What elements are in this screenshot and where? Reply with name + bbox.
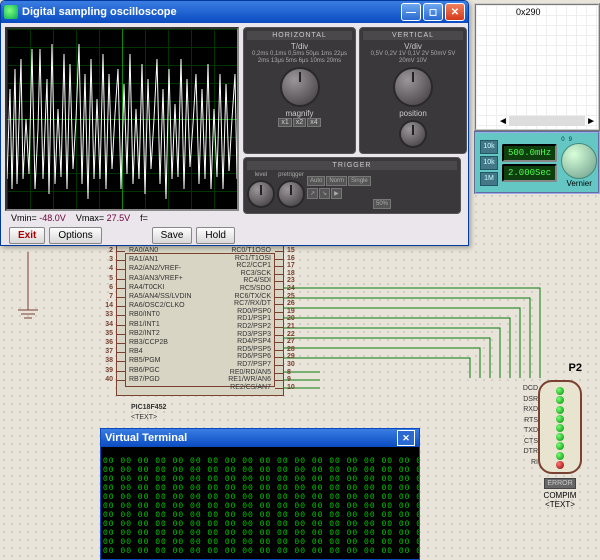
com-error-button[interactable]: ERROR (544, 478, 575, 489)
trigger-rising-icon[interactable]: ↗ (307, 188, 318, 199)
tdiv-scale: 0,2ms 0,1ms 0,5ms 50μs 1ms 22μs 2ms 13μs… (247, 51, 352, 65)
level-label: level (247, 172, 275, 178)
signal-generator[interactable]: 0x290 ◄ ► 10k 10k 1M 500.0mHz 2.000Sec 0… (474, 3, 600, 194)
com-component-name: COMPIM (530, 491, 590, 500)
horizontal-panel: HORIZONTAL T/div 0,2ms 0,1ms 0,5ms 50μs … (243, 27, 356, 154)
scrollbar-track[interactable] (509, 116, 585, 126)
position-knob[interactable] (399, 120, 427, 148)
vt-close-button[interactable]: ✕ (397, 430, 415, 446)
siggen-frequency-display: 500.0mHz (502, 144, 557, 162)
osc-title: Digital sampling oscilloscope (22, 6, 401, 18)
vt-title-text: Virtual Terminal (105, 432, 187, 444)
trigger-falling-icon[interactable]: ↘ (319, 188, 330, 199)
scrollbar-left-icon[interactable]: ◄ (498, 116, 508, 127)
magnify-x1-button[interactable]: x1 (278, 118, 291, 127)
com-signal-labels: DCDDSRRXDRTSTXDCTSDTRRI (523, 384, 538, 468)
oscilloscope-window[interactable]: Digital sampling oscilloscope — ◻ ✕ Vmin… (0, 0, 469, 246)
maximize-button[interactable]: ◻ (423, 3, 443, 21)
trigger-header: TRIGGER (247, 161, 457, 170)
magnify-x2-button[interactable]: x2 (293, 118, 306, 127)
osc-app-icon (4, 5, 18, 19)
trigger-auto-button[interactable]: Auto (307, 176, 325, 186)
virtual-terminal-window[interactable]: Virtual Terminal ✕ 00 00 00 00 00 00 00 … (100, 428, 420, 560)
vertical-panel: VERTICAL V/div 0,5V 0,2V 1V 0,1V 2V 50mV… (359, 27, 467, 154)
close-button[interactable]: ✕ (445, 3, 465, 21)
vmin-value: -48.0V (39, 213, 66, 223)
vernier-label: Vernier (561, 179, 597, 188)
horizontal-header: HORIZONTAL (247, 31, 352, 40)
vertical-header: VERTICAL (363, 31, 463, 40)
exit-button[interactable]: Exit (9, 227, 45, 244)
position-label: position (363, 109, 463, 118)
hold-button[interactable]: Hold (196, 227, 235, 244)
com-text-placeholder: <TEXT> (530, 500, 590, 509)
trigger-norm-button[interactable]: Norm (326, 176, 347, 186)
pic-text: <TEXT> (131, 414, 157, 421)
vernier-knob[interactable] (561, 143, 597, 179)
pic-microcontroller[interactable]: PIC18F452 <TEXT> 2 RA0/AN03 RA1/AN14 RA2… (116, 244, 284, 396)
oscilloscope-display[interactable] (5, 27, 239, 211)
vt-output[interactable]: 00 00 00 00 00 00 00 00 00 00 00 00 00 0… (101, 455, 419, 559)
vmax-value: 27.5V (107, 213, 131, 223)
pic-name: PIC18F452 (131, 404, 166, 411)
osc-titlebar[interactable]: Digital sampling oscilloscope — ◻ ✕ (1, 1, 468, 23)
magnify-label: magnify (247, 109, 352, 118)
pretrigger-knob[interactable] (277, 180, 305, 208)
vdiv-label: V/div (363, 42, 463, 51)
save-button[interactable]: Save (152, 227, 193, 244)
siggen-range3-button[interactable]: 1M (480, 172, 498, 186)
minimize-button[interactable]: — (401, 3, 421, 21)
signal-graph[interactable]: 0x290 ◄ ► (474, 3, 600, 131)
level-knob[interactable] (247, 180, 275, 208)
scrollbar-right-icon[interactable]: ► (586, 116, 596, 127)
siggen-range2-button[interactable]: 10k (480, 156, 498, 170)
f-label: f= (140, 213, 148, 223)
vmax-label: Vmax= (76, 213, 104, 223)
db9-connector (538, 380, 582, 474)
magnify-x4-button[interactable]: x4 (307, 118, 320, 127)
com-port-component[interactable]: DCDDSRRXDRTSTXDCTSDTRRI ERROR COMPIM <TE… (530, 380, 590, 509)
trigger-50pct-button[interactable]: 50% (373, 199, 391, 209)
vt-titlebar[interactable]: Virtual Terminal ✕ (101, 429, 419, 447)
siggen-range1-button[interactable]: 10k (480, 140, 498, 154)
siggen-time-display: 2.000Sec (502, 164, 557, 182)
trigger-run-icon[interactable]: ▶ (331, 188, 342, 199)
signal-address: 0x290 (516, 7, 541, 17)
tdiv-knob[interactable] (280, 67, 320, 107)
vdiv-scale: 0,5V 0,2V 1V 0,1V 2V 50mV 5V 20mV 10V (363, 51, 463, 65)
vmin-label: Vmin= (11, 213, 37, 223)
trigger-panel: TRIGGER level pretrigger Auto Norm (243, 157, 461, 214)
vdiv-knob[interactable] (393, 67, 433, 107)
tdiv-label: T/div (247, 42, 352, 51)
trigger-single-button[interactable]: Single (348, 176, 371, 186)
comport-ref: P2 (569, 362, 582, 374)
pretrigger-label: pretrigger (277, 172, 305, 178)
options-button[interactable]: Options (49, 227, 101, 244)
